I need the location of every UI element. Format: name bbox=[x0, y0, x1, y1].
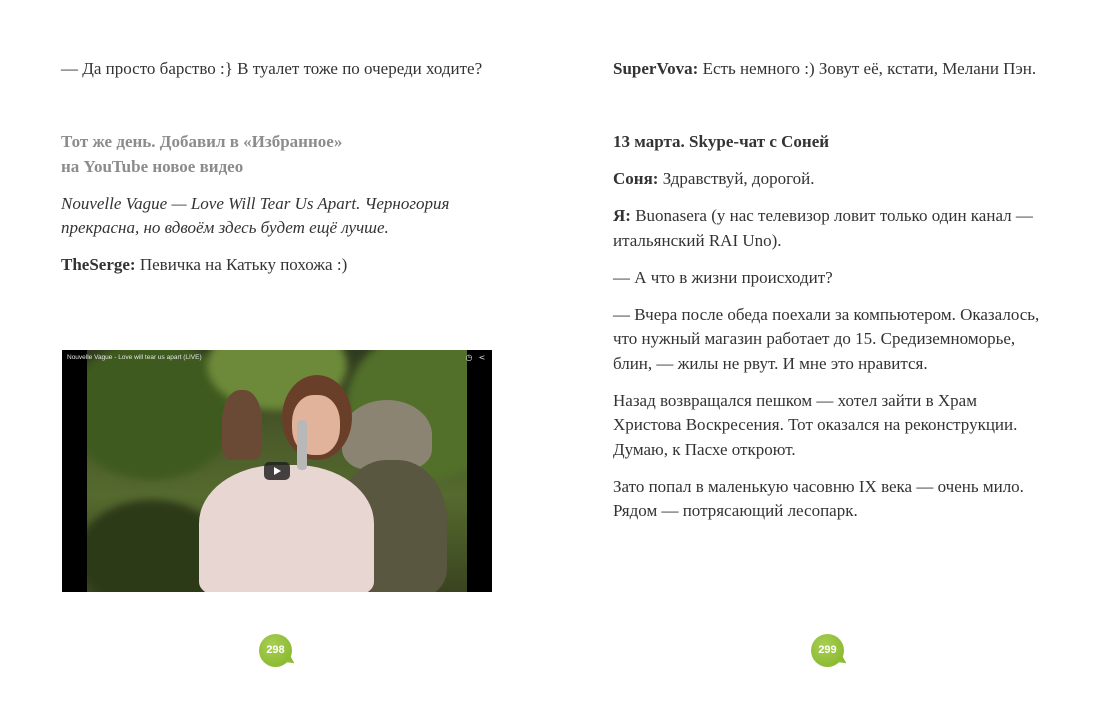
page-number-badge: 299 bbox=[811, 634, 844, 667]
heading-line-1: Тот же день. Добавил в «Избранное» bbox=[61, 132, 343, 151]
video-title: Nouvelle Vague - Love will tear us apart… bbox=[67, 354, 202, 361]
chat-line: Соня: Здравствуй, дорогой. bbox=[613, 167, 1043, 192]
singer-top bbox=[199, 465, 374, 592]
speaker-name: Я: bbox=[613, 206, 631, 225]
left-page: — Да просто барство :} В туалет тоже по … bbox=[0, 0, 552, 717]
left-text-column: — Да просто барство :} В туалет тоже по … bbox=[61, 57, 493, 290]
microphone bbox=[297, 420, 307, 470]
heading-line-2: на YouTube новое видео bbox=[61, 156, 244, 176]
chat-text: Buonasera (у нас телевизор ловит только … bbox=[613, 206, 1033, 250]
section-heading: 13 марта. Skype-чат с Соней bbox=[613, 132, 830, 151]
video-quote: Nouvelle Vague — Love Will Tear Us Apart… bbox=[61, 193, 450, 238]
comment-line: TheSerge: Певичка на Катьку похожа :) bbox=[61, 253, 493, 278]
chat-line: Я: Buonasera (у нас телевизор ловит толь… bbox=[613, 204, 1043, 253]
chat-line: Назад возвращался пешком — хотел зайти в… bbox=[613, 390, 1018, 459]
video-toolbar: ◷ < bbox=[465, 354, 486, 362]
speaker-name: TheSerge: bbox=[61, 255, 136, 274]
right-text-column: SuperVova: Есть немного :) Зовут её, кст… bbox=[613, 57, 1043, 536]
chat-line: Зато попал в маленькую часовню IX века —… bbox=[613, 476, 1024, 521]
comment-line: SuperVova: Есть немного :) Зовут её, кст… bbox=[613, 57, 1043, 82]
page-number-badge: 298 bbox=[259, 634, 292, 667]
share-icon[interactable]: < bbox=[478, 354, 486, 362]
section-heading: Тот же день. Добавил в «Избранное» на Yo… bbox=[61, 130, 493, 179]
clock-icon[interactable]: ◷ bbox=[465, 354, 473, 362]
comment-text: Есть немного :) Зовут её, кстати, Мелани… bbox=[698, 59, 1037, 78]
speaker-name: Соня: bbox=[613, 169, 659, 188]
chat-line: — Вчера после обеда поехали за компьютер… bbox=[613, 304, 1040, 373]
chat-line: — А что в жизни происходит? bbox=[613, 267, 833, 287]
background-man bbox=[222, 390, 262, 460]
speaker-name: SuperVova: bbox=[613, 59, 699, 78]
comment-text: Певичка на Катьку похожа :) bbox=[135, 255, 348, 274]
chat-text: Здравствуй, дорогой. bbox=[658, 169, 815, 188]
play-icon[interactable] bbox=[264, 462, 290, 480]
youtube-video-player[interactable]: Nouvelle Vague - Love will tear us apart… bbox=[62, 350, 492, 592]
right-page: SuperVova: Есть немного :) Зовут её, кст… bbox=[552, 0, 1104, 717]
dialog-line: — Да просто барство :} В туалет тоже по … bbox=[61, 59, 483, 78]
